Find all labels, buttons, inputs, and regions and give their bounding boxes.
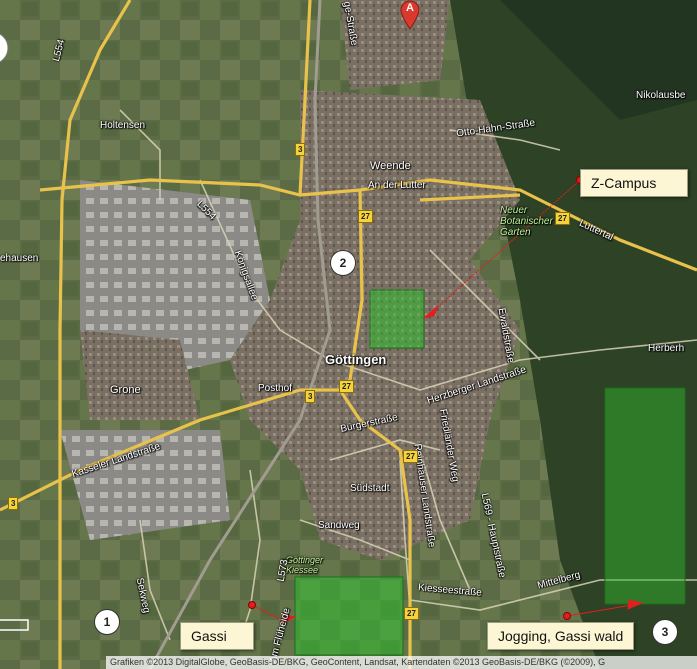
road-shield: 3 (295, 143, 306, 156)
overlay-zone-2 (369, 289, 425, 349)
place-goettingen: Göttingen (325, 352, 387, 367)
street-sandweg: Sandweg (318, 520, 360, 531)
place-elliehausen: ehausen (0, 253, 39, 264)
callout-jogging[interactable]: Jogging, Gassi wald (487, 622, 635, 650)
place-goettinger-kiesee: Göttinger Kiessee (286, 555, 324, 575)
marker-a-label: A (406, 2, 414, 14)
overlay-zone-wald (604, 387, 686, 605)
road-shield: 27 (403, 450, 418, 463)
satellite-map[interactable] (0, 0, 697, 669)
location-marker-a[interactable]: A (400, 0, 420, 35)
street-an-der-lutter: An der Lutter (368, 180, 426, 191)
road-shield: 3 (8, 497, 19, 510)
road-shield: 27 (404, 607, 419, 620)
place-weende: Weende (370, 160, 411, 172)
place-herberhausen: Herberh (648, 343, 685, 354)
place-holtensen: Holtensen (100, 120, 146, 131)
place-nikolausberg: Nikolausbe (636, 90, 686, 101)
street-posthof: Posthof (258, 383, 292, 394)
urban-north (340, 0, 450, 90)
callout-z-campus[interactable]: Z-Campus (580, 169, 688, 197)
road-shield: 27 (358, 210, 373, 223)
road-shield: 27 (555, 212, 570, 225)
place-grone: Grone (110, 384, 141, 396)
zone-number-2: 2 (330, 250, 356, 276)
road-shield: 3 (305, 390, 316, 403)
road-shield: 27 (339, 380, 354, 393)
zone-number-1: 1 (94, 609, 120, 635)
callout-gassi[interactable]: Gassi (180, 622, 254, 650)
zone-number-3: 3 (652, 619, 678, 645)
overlay-zone-gassi (294, 576, 404, 656)
place-suedstadt: Südstadt (350, 483, 390, 494)
map-attribution: Grafiken ©2013 DigitalGlobe, GeoBasis-DE… (106, 656, 697, 669)
place-botanischer-garten: Neuer Botanischer Garten (500, 205, 553, 238)
